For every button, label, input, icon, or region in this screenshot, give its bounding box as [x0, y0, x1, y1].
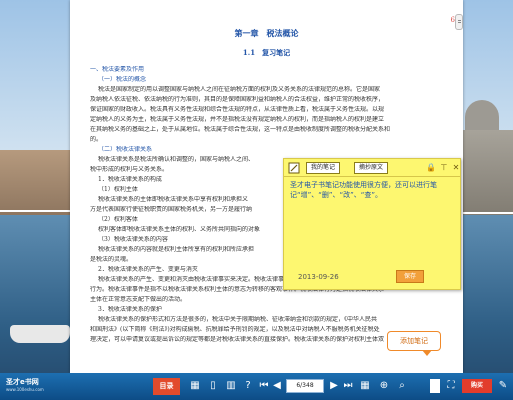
white-rule-left — [0, 210, 70, 212]
page-scroll-handle[interactable] — [455, 14, 463, 30]
page-text-line: 税法是国家制定的用以调整国家与纳税人之间在征纳税方面的权利及义务关系的法律规范的… — [98, 86, 381, 93]
note-divider — [284, 176, 460, 177]
grid-icon[interactable]: ▦ — [358, 378, 372, 394]
page-heading-line: （一）税法的概念 — [98, 76, 147, 83]
dome-building — [465, 100, 499, 134]
page-text-line: 在其纳税义务的基础之上，处于从属地位。税法属于综合性法规，这一特点是由税收制度所… — [90, 126, 391, 133]
bottom-toolbar: 圣才e书网 www.100eshu.com 目录 ▦ ▯ ▥ ? ⏮ ◀ 6/3… — [0, 373, 513, 400]
page-heading-line: （二）税收法律关系 — [98, 146, 153, 153]
save-button[interactable]: 保存 — [396, 270, 424, 283]
page-text-line: 3．税收法律关系的保护 — [98, 306, 162, 313]
note-popup: 我的笔记 摘抄原文 🔒 ⊤ ✕ 圣才电子书笔记功能使用很方便，还可以进行笔记“增… — [283, 158, 461, 290]
page-text-line: 保证国家的财政收入。税法具有义务性法规和综合性法规的特点，从法律性质上看，税法属… — [90, 106, 385, 113]
section-title: 1.1 复习笔记 — [242, 48, 291, 57]
edit-icon[interactable]: ✎ — [496, 378, 510, 394]
page-text-line: 主体在正常意志支配下做出的活动。 — [90, 296, 187, 303]
pencil-icon — [288, 162, 300, 174]
brand-logo: 圣才e书网 www.100eshu.com — [6, 378, 44, 394]
note-date: 2013-09-26 — [298, 273, 339, 281]
fullscreen-icon[interactable]: ⛶ — [444, 378, 458, 394]
prev-page-icon[interactable]: ◀ — [270, 378, 284, 394]
page-indicator[interactable]: 6/348 — [286, 379, 324, 393]
white-rule-right — [463, 212, 513, 214]
toc-button[interactable]: 目录 — [153, 378, 180, 395]
page-heading-line: 一、税法要素及作用 — [90, 66, 145, 73]
search-icon[interactable]: ⌕ — [395, 378, 409, 394]
help-icon[interactable]: ? — [241, 378, 255, 394]
page-text-line: 及纳税人依法征税、依法纳税的行为准则，其目的是保障国家利益和纳税人的合法权益，维… — [90, 96, 385, 103]
brand-url: www.100eshu.com — [6, 387, 44, 392]
buy-button[interactable]: 购买 — [462, 379, 492, 393]
note-text[interactable]: 圣才电子书笔记功能使用很方便，还可以进行笔记“增”、“删”、“改”、“查”。 — [290, 180, 456, 200]
add-note-icon[interactable] — [430, 379, 440, 393]
lock-icon[interactable]: 🔒 — [426, 162, 436, 174]
clip-original-button[interactable]: 摘抄原文 — [354, 162, 389, 174]
page-text-line: 的。 — [90, 136, 103, 143]
thumbnails-icon[interactable]: ▦ — [188, 378, 202, 394]
page-text-line: 定纳税人的义务为主，税法属于义务性法规，并不是指税法没有规定纳税人的权利，而是指… — [90, 116, 385, 123]
close-icon[interactable]: ✕ — [451, 162, 461, 174]
my-notes-button[interactable]: 我的笔记 — [306, 162, 341, 174]
pin-icon[interactable]: ⊤ — [439, 162, 449, 174]
chapter-title: 第一章 税法概论 — [234, 28, 299, 38]
first-page-icon[interactable]: ⏮ — [257, 378, 271, 394]
brand-name: 圣才e书网 — [6, 378, 39, 386]
next-page-icon[interactable]: ▶ — [327, 378, 341, 394]
single-page-icon[interactable]: ▯ — [206, 378, 220, 394]
page-text-line: 税收法律关系的保护形式和方法是很多的，税法中关于限期纳税、征收滞纳金和罚款的规定… — [98, 316, 378, 323]
boat — [10, 325, 70, 343]
add-note-bubble: 添加笔记 — [387, 331, 441, 356]
book-spread-icon[interactable]: ▥ — [224, 378, 238, 394]
last-page-icon[interactable]: ⏭ — [341, 378, 355, 394]
zoom-in-icon[interactable]: ⊕ — [377, 378, 391, 394]
